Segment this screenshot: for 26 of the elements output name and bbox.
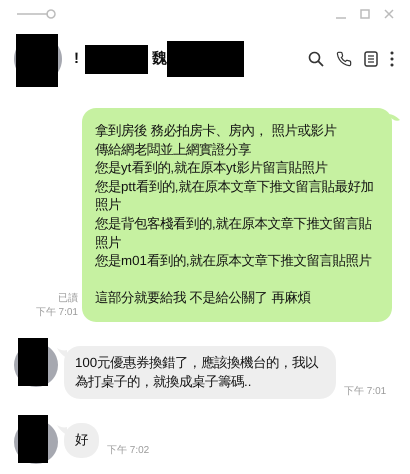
chat-title: 魏	[152, 48, 167, 69]
read-receipt: 已讀	[58, 292, 78, 306]
message-line: 您是yt看到的,就在原本yt影片留言貼照片	[95, 159, 328, 178]
redacted-avatar[interactable]	[14, 31, 62, 87]
message-bubble: 100元優惠券換錯了，應該換機台的，我以為打桌子的，就換成桌子籌碼..	[64, 346, 336, 400]
message-time: 下午 7:01	[344, 385, 386, 400]
message-line: 您是ptt看到的,就在原本文章下推文留言貼最好加照片	[95, 178, 374, 214]
more-icon[interactable]	[390, 51, 394, 67]
message-time: 下午 7:01	[36, 306, 78, 320]
redaction-block	[85, 44, 148, 74]
note-icon[interactable]	[364, 51, 378, 67]
message-line: 拿到房後 務必拍房卡、房內， 照片或影片	[95, 122, 338, 140]
slider-icon[interactable]	[16, 8, 56, 20]
message-line: 您是背包客棧看到的,就在原本文章下推文留言貼照片	[95, 214, 373, 252]
redacted-avatar[interactable]	[14, 415, 58, 466]
search-icon[interactable]	[308, 51, 324, 67]
message-line: 傳給網老闆並上網實證分享	[95, 140, 252, 159]
message-line: 這部分就要給我 不是給公關了 再麻煩	[95, 289, 312, 308]
bubble-tail	[57, 348, 67, 358]
message-bubble: 好	[64, 423, 99, 458]
chat-title: !	[74, 48, 79, 69]
redacted-avatar[interactable]	[14, 338, 58, 388]
message-time: 下午 7:02	[107, 444, 150, 458]
message-line: 您是m01看到的,就在原本文章下推文留言貼照片	[95, 252, 373, 270]
phone-icon[interactable]	[336, 51, 352, 67]
bubble-tail	[57, 425, 67, 436]
